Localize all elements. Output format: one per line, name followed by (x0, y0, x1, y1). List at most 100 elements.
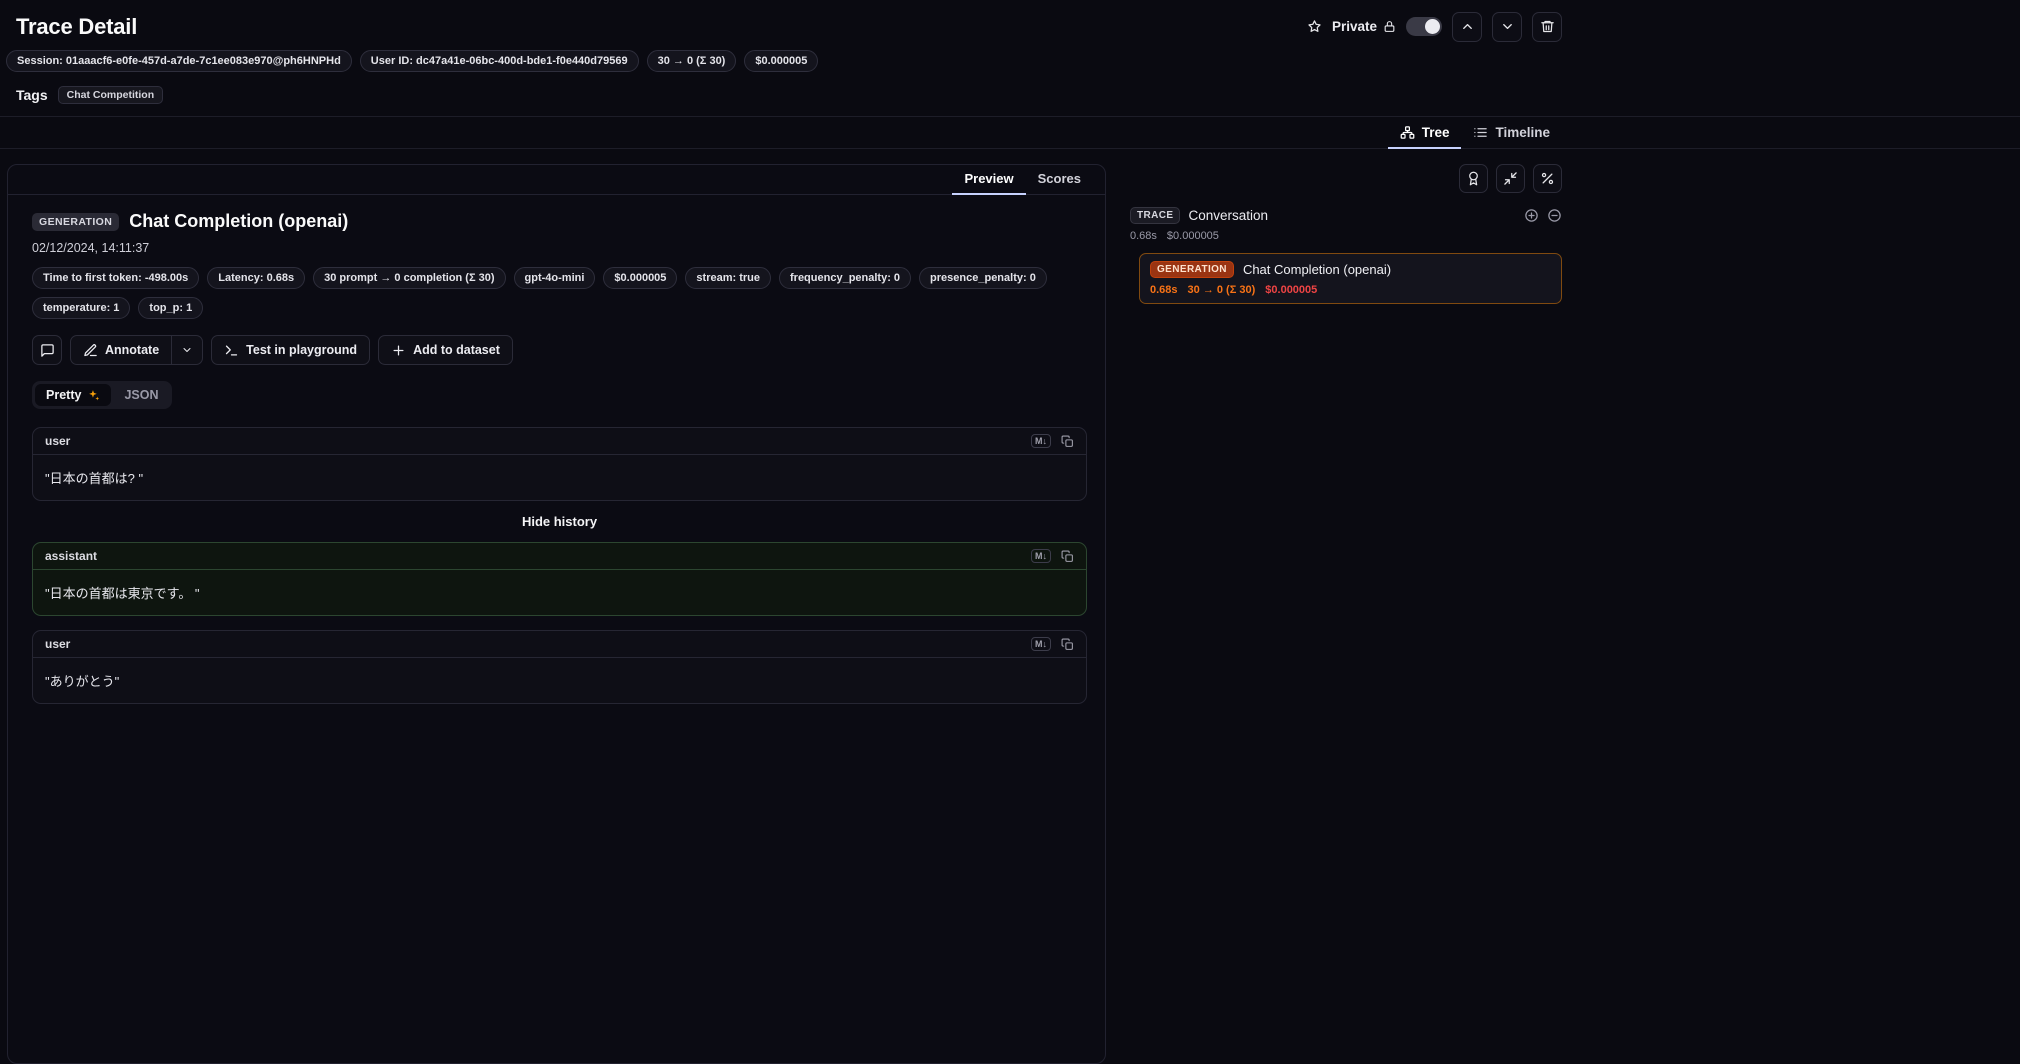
lock-icon (1383, 20, 1396, 33)
terminal-icon (224, 343, 239, 358)
message-user-2: user M↓ "ありがとう" (32, 630, 1087, 704)
circle-plus-icon (1524, 208, 1539, 223)
user-id-badge[interactable]: User ID: dc47a41e-06bc-400d-bde1-f0e440d… (359, 50, 639, 72)
previous-trace-button[interactable] (1452, 11, 1482, 42)
message-content: "日本の首都は東京です。 " (45, 586, 200, 601)
message-role: user (45, 637, 71, 651)
token-usage-badge: 30 → 0 (Σ 30) (646, 50, 737, 72)
tab-timeline[interactable]: Timeline (1461, 120, 1562, 149)
tree-toolbar (1130, 164, 1562, 193)
delete-trace-button[interactable] (1532, 11, 1562, 42)
session-badge[interactable]: Session: 01aaacf6-e0fe-457d-a7de-7c1ee08… (6, 50, 352, 72)
metric-badge-model[interactable]: gpt-4o-mini (513, 267, 596, 289)
node-latency: 0.68s (1150, 284, 1178, 296)
trace-stats: 0.68s $0.000005 (1130, 230, 1562, 242)
generation-type-badge: GENERATION (32, 212, 120, 231)
message-role: assistant (45, 549, 98, 563)
tab-preview[interactable]: Preview (952, 165, 1026, 195)
copy-button[interactable] (1061, 550, 1074, 563)
view-tabs: Tree Timeline (0, 117, 2020, 149)
copy-button[interactable] (1061, 435, 1074, 448)
metric-badge-cost: $0.000005 (603, 267, 678, 289)
format-pretty-label: Pretty (46, 388, 82, 402)
markdown-toggle-icon[interactable]: M↓ (1031, 637, 1051, 651)
tree-icon (1400, 125, 1415, 140)
expand-all-button[interactable] (1524, 208, 1539, 223)
metric-badge-presence-penalty: presence_penalty: 0 (919, 267, 1047, 289)
trash-icon (1540, 19, 1555, 34)
markdown-toggle-icon[interactable]: M↓ (1031, 434, 1051, 448)
copy-icon (1061, 435, 1074, 448)
metric-badge-temperature: temperature: 1 (32, 297, 131, 319)
copy-icon (1061, 638, 1074, 651)
message-header: assistant M↓ (33, 543, 1086, 570)
observation-title-row: GENERATION Chat Completion (openai) (32, 211, 1085, 232)
toggle-metrics-button[interactable] (1533, 164, 1562, 193)
tab-scores[interactable]: Scores (1026, 165, 1093, 195)
actions-row: Annotate Test in playground Add to datas… (32, 335, 1085, 365)
tree-node-generation[interactable]: GENERATION Chat Completion (openai) 0.68… (1139, 253, 1562, 304)
add-to-dataset-button[interactable]: Add to dataset (378, 335, 513, 365)
toggle-scores-button[interactable] (1459, 164, 1488, 193)
node-stats: 0.68s 30 → 0 (Σ 30) $0.000005 (1150, 284, 1551, 296)
metric-badge-latency: Latency: 0.68s (207, 267, 306, 289)
tag-chip[interactable]: Chat Competition (57, 86, 164, 104)
minimize-icon (1503, 171, 1518, 186)
privacy-control: Private (1332, 19, 1396, 34)
message-content: "ありがとう" (45, 674, 120, 689)
metric-badge-top-p: top_p: 1 (138, 297, 204, 319)
trace-latency: 0.68s (1130, 230, 1157, 242)
minimize-view-button[interactable] (1496, 164, 1525, 193)
privacy-label: Private (1331, 19, 1377, 34)
format-json-tab[interactable]: JSON (113, 384, 169, 406)
node-tokens: 30 → 0 (Σ 30) (1187, 284, 1256, 296)
tab-tree[interactable]: Tree (1387, 120, 1462, 149)
comments-button[interactable] (32, 335, 62, 365)
chevron-up-icon (1460, 19, 1475, 34)
format-toggle: Pretty JSON (32, 381, 173, 409)
trace-tree-panel: TRACE Conversation 0.68s $0.000005 GENER… (1130, 164, 1562, 836)
collapse-all-button[interactable] (1547, 208, 1562, 223)
observation-body: GENERATION Chat Completion (openai) 02/1… (8, 195, 1105, 720)
copy-button[interactable] (1061, 638, 1074, 651)
trace-root-row[interactable]: TRACE Conversation (1130, 207, 1562, 224)
topbar-actions: Private (1307, 11, 1562, 42)
main-area: Preview Scores GENERATION Chat Completio… (0, 149, 2020, 1064)
metric-badge-frequency-penalty: frequency_penalty: 0 (779, 267, 912, 289)
test-in-playground-button[interactable]: Test in playground (211, 335, 371, 365)
annotate-button[interactable]: Annotate (71, 336, 171, 364)
add-to-dataset-label: Add to dataset (413, 343, 500, 357)
format-pretty-tab[interactable]: Pretty (35, 384, 112, 406)
observation-title: Chat Completion (openai) (129, 211, 349, 231)
metric-badge-stream: stream: true (685, 267, 771, 289)
node-title-row: GENERATION Chat Completion (openai) (1150, 261, 1551, 278)
comment-icon (40, 343, 55, 358)
edit-icon (83, 343, 98, 358)
metric-badges: Time to first token: -498.00s Latency: 0… (32, 267, 1062, 319)
observation-timestamp: 02/12/2024, 14:11:37 (32, 241, 150, 255)
trace-type-badge: TRACE (1130, 207, 1181, 224)
node-cost: $0.000005 (1265, 284, 1318, 296)
trace-name: Conversation (1188, 208, 1268, 223)
metric-badge-ttft: Time to first token: -498.00s (32, 267, 200, 289)
messages-list: user M↓ "日本の首都は? " Hide history assistan… (32, 427, 1087, 704)
markdown-toggle-icon[interactable]: M↓ (1031, 549, 1051, 563)
next-trace-button[interactable] (1492, 11, 1522, 42)
hide-history-link[interactable]: Hide history (32, 514, 1087, 529)
message-content: "日本の首都は? " (45, 471, 144, 486)
chevron-down-icon (1500, 19, 1515, 34)
message-tools: M↓ (1031, 637, 1074, 651)
message-role: user (45, 434, 71, 448)
annotate-dropdown-button[interactable] (171, 336, 202, 364)
observation-card: Preview Scores GENERATION Chat Completio… (7, 164, 1106, 1064)
cost-badge: $0.000005 (744, 50, 819, 72)
trace-detail-page: Trace Detail Private Session: 01aaacf6-e… (0, 0, 2020, 1064)
metric-badge-tokens: 30 prompt → 0 completion (Σ 30) (313, 267, 506, 289)
sparkles-icon (87, 389, 100, 402)
star-icon (1307, 19, 1322, 34)
circle-minus-icon (1547, 208, 1562, 223)
bookmark-star-button[interactable] (1307, 19, 1322, 34)
test-in-playground-label: Test in playground (246, 343, 358, 357)
message-user-1: user M↓ "日本の首都は? " (32, 427, 1087, 501)
privacy-toggle[interactable] (1406, 17, 1442, 36)
